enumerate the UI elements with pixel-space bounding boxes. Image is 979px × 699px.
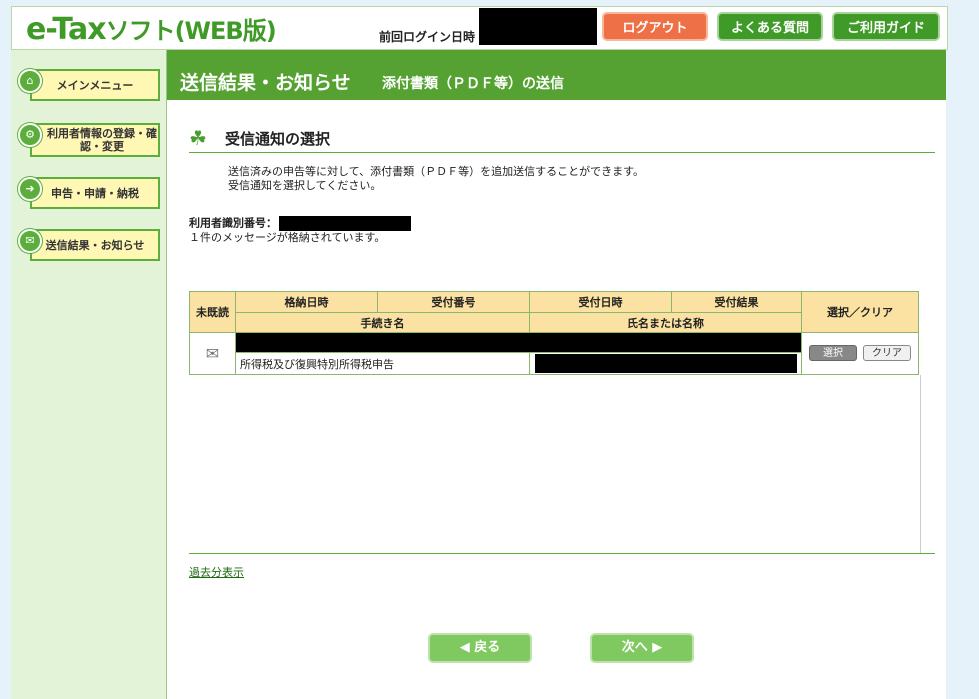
table-scroll-area[interactable] <box>189 375 921 553</box>
sidebar-item-results[interactable]: 送信結果・お知らせ <box>30 229 160 261</box>
page-title: 送信結果・お知らせ <box>180 72 351 94</box>
row-name-cell <box>530 353 802 374</box>
sidebar-item-label: 送信結果・お知らせ <box>45 238 145 252</box>
description: 送信済みの申告等に対して、添付書類（ＰＤＦ等）を追加送信することができます。 受… <box>228 165 644 193</box>
header-stored-at: 格納日時 <box>236 292 378 313</box>
header-procedure: 手続き名 <box>236 313 530 333</box>
header-select-clear: 選択／クリア <box>802 292 918 333</box>
user-id-block: 利用者識別番号： １件のメッセージが格納されています。 <box>189 216 411 245</box>
home-icon: ⌂ <box>18 69 42 93</box>
circle-arrow-left-icon: ◀ <box>459 640 470 655</box>
logout-button[interactable]: ログアウト <box>602 12 708 41</box>
header-unread: 未既読 <box>190 292 236 333</box>
user-id-label: 利用者識別番号： <box>189 216 277 230</box>
envelope-icon: ✉ <box>205 344 220 363</box>
main-content: 送信結果・お知らせ 添付書類（ＰＤＦ等）の送信 ☘ 受信通知の選択 送信済みの申… <box>167 50 946 699</box>
header-result: 受付結果 <box>672 292 802 313</box>
back-button[interactable]: ◀ 戻る <box>428 633 532 663</box>
last-login-value-redacted <box>479 8 597 45</box>
section-header: ☘ 受信通知の選択 <box>189 126 935 153</box>
etax-logo: e-Taxソフト(WEB版) <box>26 12 277 47</box>
user-guide-button[interactable]: ご利用ガイド <box>832 12 940 41</box>
sidebar: メインメニュー ⌂ 利用者情報の登録・確認・変更 ⚙ 申告・申請・納税 ➜ 送信… <box>11 50 167 699</box>
sidebar-item-filing[interactable]: 申告・申請・納税 <box>30 177 160 209</box>
row-redacted-info <box>236 333 802 353</box>
description-line: 受信通知を選択してください。 <box>228 179 382 192</box>
app-header: e-Taxソフト(WEB版) 前回ログイン日時 ログアウト よくある質問 ご利用… <box>11 6 948 50</box>
title-bar: 送信結果・お知らせ 添付書類（ＰＤＦ等）の送信 <box>167 50 946 100</box>
sidebar-item-label: 申告・申請・納税 <box>51 186 139 200</box>
table-row[interactable]: 所得税及び復興特別所得税申告 <box>236 353 530 374</box>
back-button-label: 戻る <box>474 640 501 655</box>
past-records-link[interactable]: 過去分表示 <box>189 564 244 580</box>
user-id-value-redacted <box>279 216 411 231</box>
arrow-right-icon: ➜ <box>18 177 42 201</box>
header-received-at: 受付日時 <box>530 292 672 313</box>
section-title: 受信通知の選択 <box>225 130 331 148</box>
description-line: 送信済みの申告等に対して、添付書類（ＰＤＦ等）を追加送信することができます。 <box>228 165 645 178</box>
last-login-label: 前回ログイン日時 <box>379 30 476 44</box>
mail-icon: ✉ <box>18 229 42 253</box>
table-row-unread: ✉ <box>190 333 236 374</box>
row-procedure-name: 所得税及び復興特別所得税申告 <box>240 357 394 371</box>
divider <box>189 553 935 554</box>
next-button-label: 次へ <box>621 640 648 655</box>
row-name-redacted <box>534 354 797 373</box>
clear-button[interactable]: クリア <box>863 345 911 361</box>
faq-button[interactable]: よくある質問 <box>717 12 823 41</box>
header-name: 氏名または名称 <box>530 313 802 333</box>
sidebar-item-label: メインメニュー <box>56 78 134 92</box>
circle-arrow-right-icon: ▶ <box>652 640 663 655</box>
notification-table: 未既読 格納日時 受付番号 受付日時 受付結果 選択／クリア 手続き名 氏名また… <box>189 291 919 375</box>
next-button[interactable]: 次へ ▶ <box>590 633 694 663</box>
gear-icon: ⚙ <box>18 123 42 147</box>
header-receipt-no: 受付番号 <box>378 292 530 313</box>
select-button[interactable]: 選択 <box>809 345 857 361</box>
clover-icon: ☘ <box>189 126 207 150</box>
sidebar-item-label: 利用者情報の登録・確認・変更 <box>47 127 157 153</box>
message-count: １件のメッセージが格納されています。 <box>189 231 386 244</box>
sidebar-item-main-menu[interactable]: メインメニュー <box>30 69 160 101</box>
page-subtitle: 添付書類（ＰＤＦ等）の送信 <box>382 76 564 92</box>
sidebar-item-user-info[interactable]: 利用者情報の登録・確認・変更 <box>30 123 160 157</box>
